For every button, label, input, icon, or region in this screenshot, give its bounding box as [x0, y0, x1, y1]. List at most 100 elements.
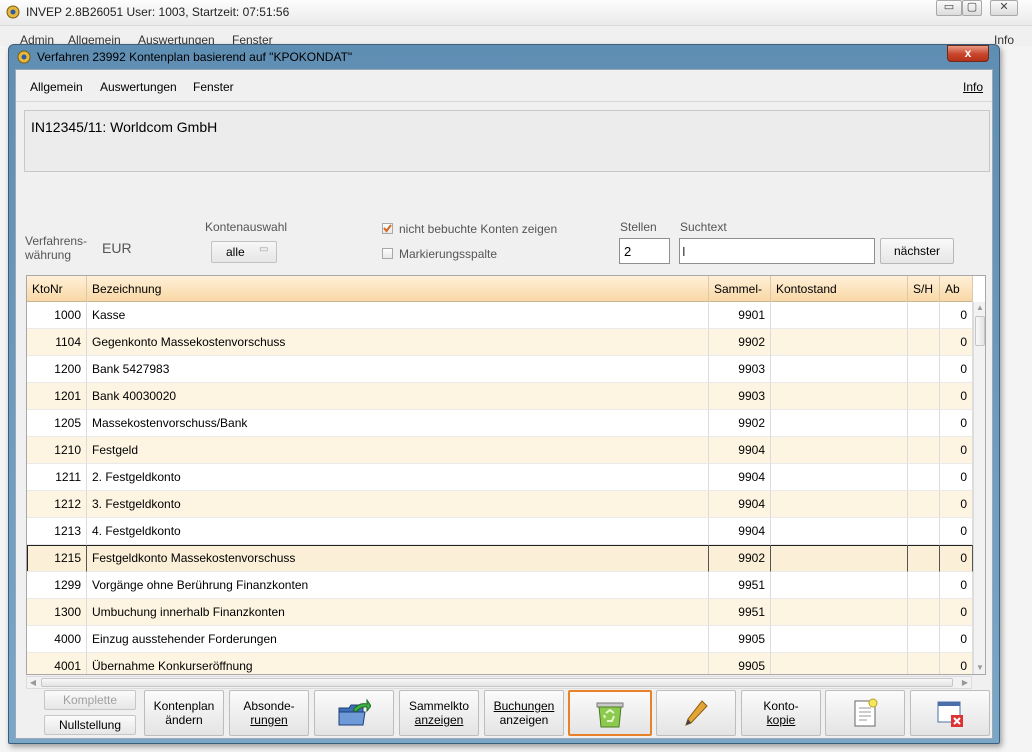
recycle-button[interactable]: [568, 690, 652, 736]
table-row[interactable]: 1104 Gegenkonto Massekostenvorschuss 9902 0: [27, 329, 973, 356]
menu-fenster[interactable]: Fenster: [193, 80, 234, 94]
konto-kopie-button[interactable]: Konto-kopie: [741, 690, 821, 736]
marking-column-label: Markierungsspalte: [399, 247, 498, 261]
column-header-ktonr[interactable]: KtoNr: [27, 276, 87, 302]
cell-ab: 0: [940, 518, 973, 545]
cell-sh: [908, 653, 940, 674]
table-row[interactable]: 4001 Übernahme Konkurseröffnung 9905 0: [27, 653, 973, 674]
table-row[interactable]: 4000 Einzug ausstehender Forderungen 9905 0: [27, 626, 973, 653]
edit-button[interactable]: [656, 690, 736, 736]
menu-allgemein[interactable]: Allgemein: [30, 80, 83, 94]
horizontal-scroll-thumb[interactable]: [41, 678, 953, 687]
cell-kontostand: [771, 383, 908, 410]
menu-auswertungen[interactable]: Auswertungen: [100, 80, 177, 94]
app-titlebar: INVEP 2.8B26051 User: 1003, Startzeit: 0…: [0, 0, 1032, 26]
cell-kontostand: [771, 545, 908, 572]
vertical-scrollbar[interactable]: ▲ ▼: [973, 302, 985, 674]
table-row[interactable]: 1210 Festgeld 9904 0: [27, 437, 973, 464]
stellen-input[interactable]: 2: [619, 238, 670, 264]
cell-kontostand: [771, 356, 908, 383]
cell-bezeichnung: Umbuchung innerhalb Finanzkonten: [87, 599, 709, 626]
kontenauswahl-select[interactable]: alle ▭: [211, 241, 277, 263]
table-row[interactable]: 1213 4. Festgeldkonto 9904 0: [27, 518, 973, 545]
scroll-down-icon[interactable]: ▼: [975, 662, 985, 674]
table-row[interactable]: 1299 Vorgänge ohne Berührung Finanzkonten…: [27, 572, 973, 599]
close-window-button[interactable]: [910, 690, 990, 736]
dialog-body: Allgemein Auswertungen Fenster Info IN12…: [15, 69, 993, 739]
table-row[interactable]: 1211 2. Festgeldkonto 9904 0: [27, 464, 973, 491]
absonde-label-2: rungen: [250, 713, 288, 727]
scroll-right-icon[interactable]: ▶: [959, 677, 971, 688]
next-button[interactable]: nächster: [880, 238, 954, 264]
table-row[interactable]: 1200 Bank 5427983 9903 0: [27, 356, 973, 383]
column-header-sammel[interactable]: Sammel-: [709, 276, 771, 302]
buchungen-label-1: Buchungen: [493, 699, 555, 713]
maximize-button[interactable]: ▢: [962, 0, 982, 16]
suchtext-input[interactable]: I: [679, 238, 875, 264]
cell-ktonr: 1104: [27, 329, 87, 356]
marking-column-checkbox[interactable]: [382, 248, 393, 259]
cell-sh: [908, 599, 940, 626]
cell-ktonr: 1215: [27, 545, 87, 572]
table-row[interactable]: 1201 Bank 40030020 9903 0: [27, 383, 973, 410]
cell-kontostand: [771, 626, 908, 653]
cell-sh: [908, 383, 940, 410]
dialog-menubar: Allgemein Auswertungen Fenster Info: [16, 70, 992, 102]
horizontal-scrollbar[interactable]: ◀ ▶: [26, 676, 972, 689]
cell-sammel: 9951: [709, 599, 771, 626]
column-header-bezeichnung[interactable]: Bezeichnung: [87, 276, 709, 302]
cell-bezeichnung: Kasse: [87, 302, 709, 329]
sammelkto-label-2: anzeigen: [414, 713, 464, 727]
cell-kontostand: [771, 329, 908, 356]
vertical-scroll-thumb[interactable]: [975, 316, 985, 346]
menu-info[interactable]: Info: [963, 80, 983, 94]
cell-ab: 0: [940, 410, 973, 437]
absonde-label-1: Absonde-: [243, 699, 295, 713]
unbooked-accounts-checkbox[interactable]: [382, 223, 393, 234]
table-row[interactable]: 1212 3. Festgeldkonto 9904 0: [27, 491, 973, 518]
stellen-label: Stellen: [620, 220, 657, 234]
case-title: IN12345/11: Worldcom GmbH: [31, 119, 218, 135]
cell-sammel: 9951: [709, 572, 771, 599]
cell-sammel: 9905: [709, 626, 771, 653]
cell-ab: 0: [940, 302, 973, 329]
scroll-up-icon[interactable]: ▲: [975, 302, 985, 314]
cell-sh: [908, 302, 940, 329]
cell-sammel: 9905: [709, 653, 771, 674]
cell-ab: 0: [940, 329, 973, 356]
export-button[interactable]: [314, 690, 394, 736]
absonderungen-button[interactable]: Absonde-rungen: [229, 690, 309, 736]
kontenplan-label-2: ändern: [165, 713, 203, 727]
cell-sammel: 9904: [709, 518, 771, 545]
cell-ktonr: 1205: [27, 410, 87, 437]
accounts-table: KtoNr Bezeichnung Sammel- Kontostand S/H…: [26, 275, 986, 675]
cell-bezeichnung: Festgeld: [87, 437, 709, 464]
cell-ab: 0: [940, 464, 973, 491]
sammelkto-anzeigen-button[interactable]: Sammelkto anzeigen: [399, 690, 479, 736]
minimize-button[interactable]: ▭: [936, 0, 962, 16]
table-row[interactable]: 1000 Kasse 9901 0: [27, 302, 973, 329]
notes-button[interactable]: [825, 690, 905, 736]
cell-ab: 0: [940, 437, 973, 464]
column-header-ab[interactable]: Ab: [940, 276, 973, 302]
currency-value: EUR: [102, 240, 132, 256]
table-row[interactable]: 1205 Massekostenvorschuss/Bank 9902 0: [27, 410, 973, 437]
kopie-label-2: kopie: [766, 713, 796, 727]
sammelkto-label-1: Sammelkto: [408, 699, 470, 713]
cell-kontostand: [771, 599, 908, 626]
komplette-button[interactable]: Komplette: [44, 690, 136, 710]
column-header-sh[interactable]: S/H: [908, 276, 940, 302]
table-row[interactable]: 1215 Festgeldkonto Massekostenvorschuss 99…: [27, 545, 973, 572]
scroll-left-icon[interactable]: ◀: [27, 677, 39, 688]
cell-sh: [908, 545, 940, 572]
column-header-kontostand[interactable]: Kontostand: [771, 276, 908, 302]
kontenplan-aendern-button[interactable]: Kontenplan ändern: [144, 690, 224, 736]
table-row[interactable]: 1300 Umbuchung innerhalb Finanzkonten 9951…: [27, 599, 973, 626]
buchungen-anzeigen-button[interactable]: Buchungen anzeigen: [484, 690, 564, 736]
dialog-close-button[interactable]: x: [947, 45, 989, 62]
cell-sh: [908, 356, 940, 383]
app-close-button[interactable]: ✕: [990, 0, 1018, 16]
cell-sh: [908, 410, 940, 437]
dialog-titlebar: Verfahren 23992 Kontenplan basierend auf…: [9, 45, 999, 69]
nullstellung-button[interactable]: Nullstellung: [44, 715, 136, 735]
